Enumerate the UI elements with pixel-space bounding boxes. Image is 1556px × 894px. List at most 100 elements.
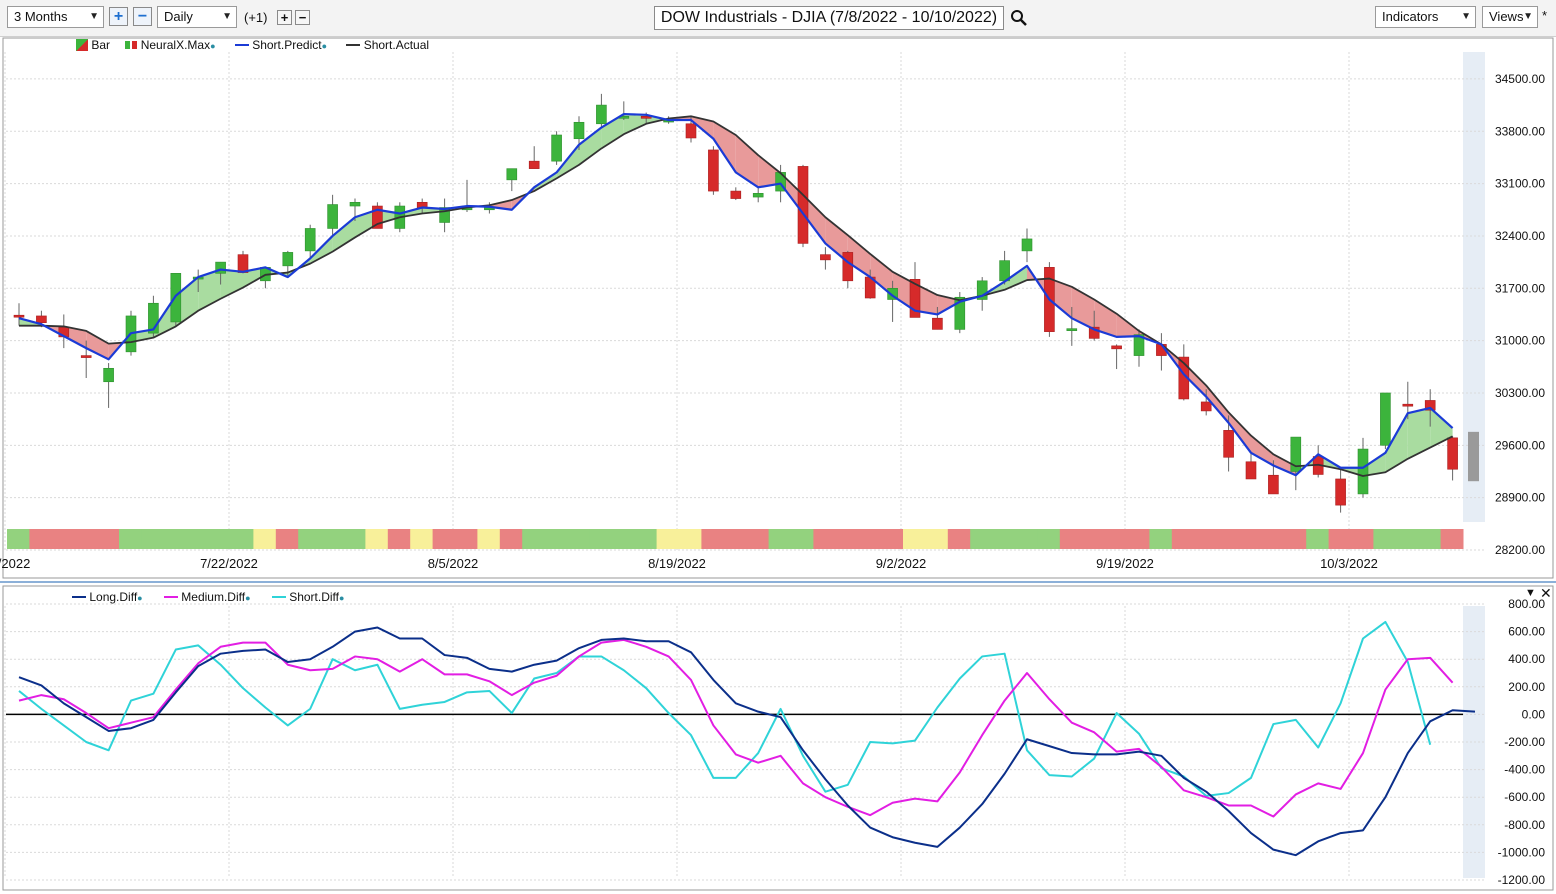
candle-body [596,104,607,125]
neuralx-signal-cell [768,529,792,549]
candle-body [506,168,518,181]
forecast-range-bar [1468,431,1479,482]
oscillator-y-tick-label: -1200.00 [1498,873,1546,887]
oscillator-y-tick-label: 200.00 [1508,680,1545,694]
candle-body [1066,328,1078,331]
price-panel-frame [2,37,1554,579]
neuralx-signal-cell [567,529,590,549]
candle-body [730,190,742,199]
candle-body [282,252,294,267]
neuralx-signal-cell [1418,529,1442,549]
neuralx-signal-cell [1194,529,1218,549]
neuralx-signal-cell [1216,529,1240,549]
price-y-tick-label: 33800.00 [1495,124,1545,138]
neuralx-signal-cell [835,529,859,549]
price-y-tick-label: 31000.00 [1495,334,1545,348]
neuralx-signal-cell [723,529,747,549]
neuralx-signal-cell [1239,529,1262,549]
chart-canvas[interactable]: 34500.00 33800.00 33100.00 32400.00 31700.00… [0,0,1556,894]
neuralx-signal-cell [74,529,98,549]
candle-body [685,123,697,139]
medium-diff-line [18,638,1454,818]
candle-body [708,149,719,192]
candle-body [842,252,854,282]
predict-actual-fill [86,330,109,360]
x-tick-label: 9/2/2022 [876,556,927,571]
candle-body [1245,461,1257,480]
candle-body [1223,430,1234,458]
candle-body [1380,392,1391,446]
neuralx-signal-cell [410,529,434,549]
candle-body [820,254,831,261]
oscillator-y-tick-label: -400.00 [1504,763,1545,777]
oscillator-y-tick-label: -1000.00 [1498,845,1546,859]
neuralx-signal-cell [208,529,232,549]
x-tick-label: 7/22/2022 [200,556,258,571]
candle-body [80,355,92,358]
neuralx-signal-cell [791,529,814,549]
neuralx-signal-cell [253,529,277,549]
neuralx-signal-cell [1373,529,1397,549]
neuralx-signal-cell [1306,529,1330,549]
candle-body [1357,448,1369,495]
price-y-tick-label: 31700.00 [1495,281,1545,295]
neuralx-signal-cell [163,529,187,549]
candle-body [327,204,338,229]
neuralx-signal-cell [544,529,568,549]
neuralx-signal-cell [634,529,658,549]
neuralx-signal-cell [589,529,613,549]
candle-body [752,193,764,198]
price-y-tick-label: 34500.00 [1495,72,1545,86]
candle-body [304,228,316,252]
neuralx-signal-cell [477,529,501,549]
neuralx-signal-cell [925,529,949,549]
neuralx-signal-cell [1328,529,1352,549]
candle-body [551,134,562,162]
x-tick-label: 9/19/2022 [1096,556,1154,571]
neuralx-signal-cell [51,529,75,549]
neuralx-signal-cell [141,529,165,549]
oscillator-y-tick-label: -800.00 [1504,818,1545,832]
candle-body [1268,474,1279,495]
neuralx-signal-cell [29,529,53,549]
candle-body [237,254,249,273]
neuralx-signal-cell [119,529,142,549]
neuralx-signal-cell [1149,529,1173,549]
x-tick-label: 7/8/2022 [0,556,30,571]
neuralx-signal-cell [611,529,635,549]
neuralx-signal-cell [1440,529,1464,549]
neuralx-signal-cell [275,529,299,549]
neuralx-signal-cell [432,529,456,549]
neuralx-signal-cell [231,529,254,549]
neuralx-signal-cell [880,529,904,549]
predict-actual-fill [220,269,243,299]
neuralx-signal-cell [947,529,971,549]
predict-actual-fill [1407,407,1431,459]
neuralx-signal-cell [298,529,322,549]
x-tick-label: 10/3/2022 [1320,556,1378,571]
candle-body [1021,238,1033,252]
neuralx-signal-cell [1171,529,1195,549]
candle-body [1335,478,1346,506]
candle-body [1111,345,1122,350]
long-diff-line [18,626,1476,857]
neuralx-signal-cell [320,529,344,549]
neuralx-signal-cell [701,529,725,549]
candle-body [528,160,540,169]
neuralx-signal-cell [1037,529,1061,549]
price-y-tick-label: 30300.00 [1495,386,1545,400]
candle-body [1402,403,1414,407]
neuralx-signal-cell [1082,529,1106,549]
neuralx-signal-cell [96,529,120,549]
candle-body [349,201,361,207]
neuralx-signal-cell [1127,529,1150,549]
price-y-tick-label: 29600.00 [1495,438,1545,452]
neuralx-signal-cell [858,529,882,549]
neuralx-signal-cell [499,529,523,549]
neuralx-signal-cell [455,529,478,549]
oscillator-y-tick-label: 600.00 [1508,625,1545,639]
neuralx-signal-cell [903,529,926,549]
neuralx-signal-cell [343,529,366,549]
neuralx-signal-cell [746,529,770,549]
oscillator-y-tick-label: 400.00 [1508,652,1545,666]
